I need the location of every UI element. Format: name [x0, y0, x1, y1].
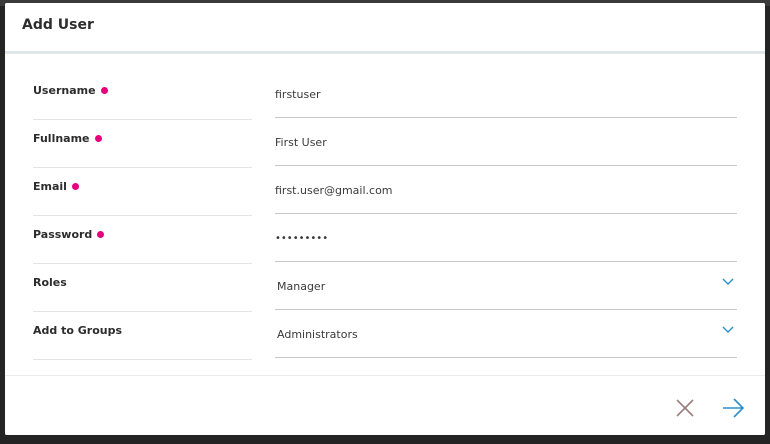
chevron-down-icon: [722, 326, 734, 333]
dialog-header: Add User: [5, 3, 765, 54]
roles-label: Roles: [33, 276, 67, 289]
required-indicator-icon: [97, 231, 105, 238]
password-label: Password: [33, 228, 105, 241]
password-label-text: Password: [33, 228, 93, 241]
arrow-right-icon: [723, 398, 745, 418]
username-label: Username: [33, 84, 108, 97]
form-row-roles: Roles Manager: [5, 246, 765, 312]
dialog-footer: [5, 375, 765, 435]
divider: [33, 359, 252, 360]
fullname-label-text: Fullname: [33, 132, 90, 145]
groups-label-text: Add to Groups: [33, 324, 122, 337]
email-label-text: Email: [33, 180, 67, 193]
roles-label-text: Roles: [33, 276, 67, 289]
groups-selected-value: Administrators: [277, 328, 358, 341]
required-indicator-icon: [71, 183, 79, 190]
required-indicator-icon: [100, 87, 108, 94]
roles-selected-value: Manager: [277, 280, 326, 293]
chevron-down-icon: [722, 278, 734, 285]
form-row-password: Password: [5, 198, 765, 264]
dialog-title: Add User: [22, 17, 94, 33]
username-label-text: Username: [33, 84, 96, 97]
fullname-label: Fullname: [33, 132, 102, 145]
required-indicator-icon: [94, 135, 102, 142]
email-label: Email: [33, 180, 79, 193]
form-row-groups: Add to Groups Administrators: [5, 294, 765, 360]
cancel-button[interactable]: [673, 396, 697, 420]
form-row-email: Email: [5, 150, 765, 216]
close-icon: [676, 399, 694, 417]
submit-button[interactable]: [721, 396, 745, 420]
form-row-fullname: Fullname: [5, 102, 765, 168]
form-row-username: Username: [5, 54, 765, 120]
groups-label: Add to Groups: [33, 324, 122, 337]
add-user-dialog: Add User Username Fullname Email: [5, 3, 765, 435]
groups-select[interactable]: Administrators: [275, 322, 737, 358]
